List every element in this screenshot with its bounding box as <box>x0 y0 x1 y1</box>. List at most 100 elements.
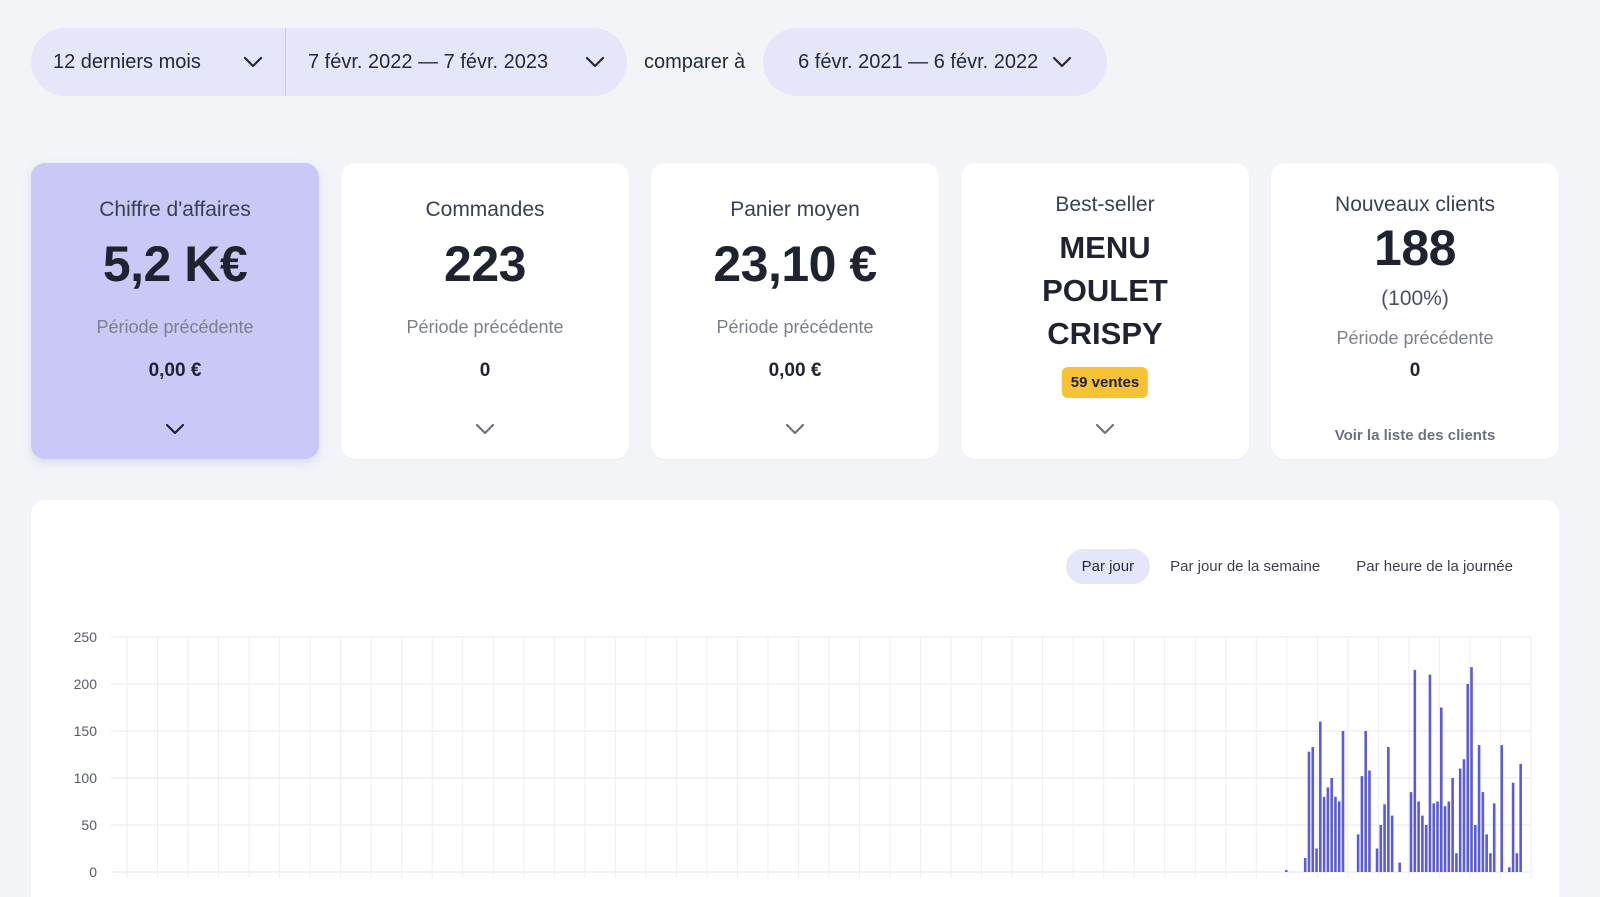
bar[interactable] <box>1477 745 1481 872</box>
bar[interactable] <box>1432 803 1436 872</box>
clients-percent: (100%) <box>1381 287 1449 310</box>
card-value: 223 <box>444 236 526 292</box>
bar[interactable] <box>1315 848 1318 873</box>
card-prev-value: 0,00 € <box>768 360 822 381</box>
bar[interactable] <box>1455 853 1458 872</box>
card-title: Commandes <box>425 198 545 221</box>
new-clients-card[interactable]: Nouveaux clients 188 (100%) Période préc… <box>1271 163 1559 459</box>
card-title: Panier moyen <box>730 198 860 221</box>
card-title: Nouveaux clients <box>1335 193 1495 216</box>
basket-card[interactable]: Panier moyen 23,10 € Période précédente … <box>651 163 939 459</box>
bar[interactable] <box>1485 834 1488 872</box>
y-tick-label: 100 <box>74 770 98 786</box>
bar[interactable] <box>1364 731 1367 872</box>
bar[interactable] <box>1451 778 1454 872</box>
bestseller-line: MENU <box>1059 230 1151 265</box>
bar[interactable] <box>1458 768 1462 872</box>
date-range-label: 7 févr. 2022 — 7 févr. 2023 <box>308 50 549 73</box>
bar[interactable] <box>1515 853 1519 872</box>
sales-bar-chart: 0 50 100 150 200 250 <box>74 629 1532 880</box>
card-prev-label: Période précédente <box>1336 328 1494 348</box>
bar[interactable] <box>1511 782 1515 872</box>
bar[interactable] <box>1356 834 1360 872</box>
view-clients-link[interactable]: Voir la liste des clients <box>1271 427 1559 444</box>
y-tick-label: 0 <box>89 864 97 880</box>
chevron-down-icon <box>1052 56 1072 68</box>
bar[interactable] <box>1368 770 1371 872</box>
revenue-card[interactable]: Chiffre d'affaires 5,2 K€ Période précéd… <box>31 163 319 459</box>
compare-range-label: 6 févr. 2021 — 6 févr. 2022 <box>798 50 1039 73</box>
bar[interactable] <box>1439 707 1443 873</box>
bar[interactable] <box>1481 792 1485 872</box>
bar[interactable] <box>1337 801 1341 873</box>
bar[interactable] <box>1307 751 1311 872</box>
period-selector: 12 derniers mois 7 févr. 2022 — 7 févr. … <box>31 28 627 96</box>
y-tick-label: 50 <box>81 817 97 833</box>
kpi-cards: Chiffre d'affaires 5,2 K€ Période précéd… <box>31 163 1559 459</box>
bar[interactable] <box>1341 731 1345 872</box>
y-tick-label: 200 <box>74 676 98 692</box>
bar[interactable] <box>1508 867 1511 872</box>
chevron-down-icon[interactable] <box>785 422 805 440</box>
bar[interactable] <box>1409 792 1413 872</box>
card-title: Best-seller <box>1055 193 1155 216</box>
date-range-dropdown[interactable]: 7 févr. 2022 — 7 févr. 2023 <box>285 28 627 96</box>
chevron-down-icon[interactable] <box>165 422 185 440</box>
bar[interactable] <box>1421 815 1424 872</box>
bar[interactable] <box>1360 776 1364 872</box>
card-value: 5,2 K€ <box>102 236 248 292</box>
bar[interactable] <box>1379 825 1383 872</box>
bar[interactable] <box>1387 746 1390 872</box>
compare-range-dropdown[interactable]: 6 févr. 2021 — 6 févr. 2022 <box>763 28 1108 96</box>
card-prev-value: 0 <box>1409 360 1421 381</box>
period-label: 12 derniers mois <box>53 50 201 73</box>
bar[interactable] <box>1319 721 1322 872</box>
bar[interactable] <box>1436 801 1439 873</box>
bar[interactable] <box>1462 759 1466 872</box>
card-prev-label: Période précédente <box>96 317 254 337</box>
bar[interactable] <box>1447 801 1451 873</box>
orders-card[interactable]: Commandes 223 Période précédente 0 <box>341 163 629 459</box>
bar[interactable] <box>1413 669 1417 872</box>
chart-panel: Par jour Par jour de la semaine Par heur… <box>31 500 1559 897</box>
bestseller-line: CRISPY <box>1047 316 1163 351</box>
period-dropdown[interactable]: 12 derniers mois <box>31 28 285 96</box>
date-filters: 12 derniers mois 7 févr. 2022 — 7 févr. … <box>31 28 1108 96</box>
bar[interactable] <box>1326 787 1330 872</box>
bestseller-card[interactable]: Best-seller MENU POULET CRISPY 59 ventes <box>961 163 1249 459</box>
bar[interactable] <box>1492 803 1496 872</box>
bar[interactable] <box>1500 745 1504 872</box>
bar[interactable] <box>1470 667 1473 872</box>
card-prev-value: 0,00 € <box>148 360 202 381</box>
bar[interactable] <box>1334 796 1337 872</box>
bar[interactable] <box>1417 801 1420 873</box>
bar[interactable] <box>1443 806 1447 872</box>
bar[interactable] <box>1303 857 1307 872</box>
bar[interactable] <box>1466 684 1470 872</box>
y-tick-label: 150 <box>74 723 98 739</box>
card-title: Chiffre d'affaires <box>99 198 251 221</box>
sales-badge: 59 ventes <box>1061 367 1149 398</box>
chevron-down-icon[interactable] <box>1095 422 1115 440</box>
chevron-down-icon <box>585 56 605 68</box>
bar[interactable] <box>1311 746 1315 872</box>
bar[interactable] <box>1428 674 1432 872</box>
bestseller-name: MENU POULET CRISPY <box>961 226 1249 355</box>
chevron-down-icon[interactable] <box>475 422 495 440</box>
bar[interactable] <box>1322 796 1326 872</box>
chevron-down-icon <box>243 56 263 68</box>
card-prev-value: 0 <box>479 360 491 381</box>
bar[interactable] <box>1474 825 1477 872</box>
bar[interactable] <box>1489 853 1492 872</box>
bar[interactable] <box>1390 815 1394 872</box>
bar[interactable] <box>1375 848 1379 873</box>
y-tick-label: 250 <box>74 629 98 645</box>
card-prev-label: Période précédente <box>716 317 874 337</box>
bar[interactable] <box>1398 862 1401 872</box>
bar[interactable] <box>1383 804 1386 872</box>
bar[interactable] <box>1285 870 1288 872</box>
bar[interactable] <box>1519 763 1522 872</box>
bar[interactable] <box>1330 778 1333 872</box>
bar[interactable] <box>1424 825 1428 872</box>
compare-label: comparer à <box>644 50 746 73</box>
